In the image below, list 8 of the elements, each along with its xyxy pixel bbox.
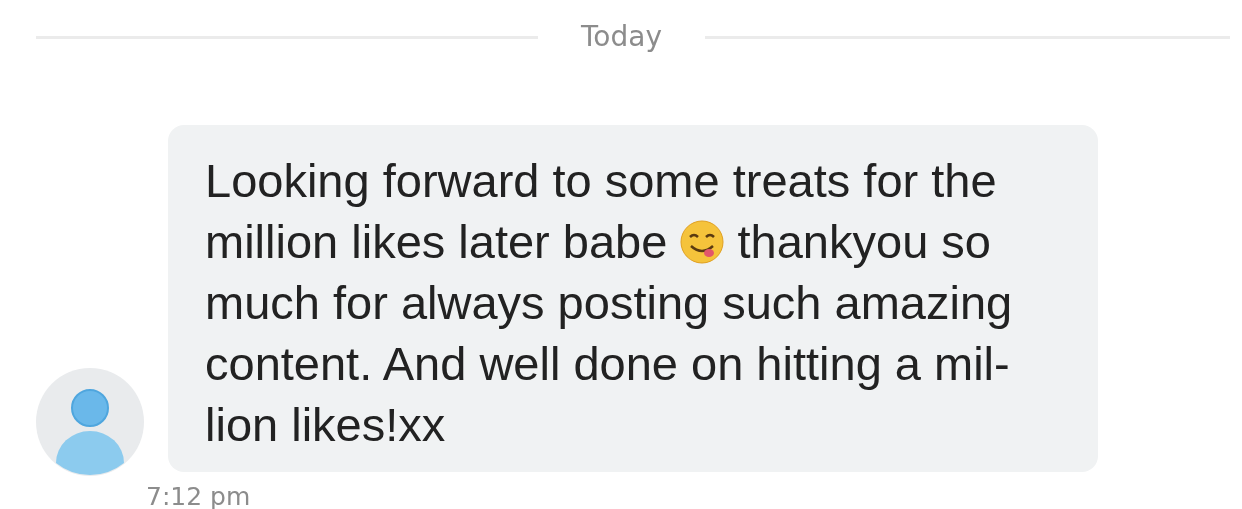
message-text: lion likes!xx [205, 398, 446, 451]
message-text: million likes later babe [205, 215, 668, 268]
message-text: Looking forward to some treats for the [205, 154, 997, 207]
avatar-icon [36, 368, 144, 476]
date-divider-label: Today [580, 19, 663, 55]
message-text: content. And well done on hitting a mil- [205, 337, 1010, 390]
message-text: much for always posting such amazing [205, 276, 1013, 329]
message-text: thankyou so [737, 215, 991, 268]
